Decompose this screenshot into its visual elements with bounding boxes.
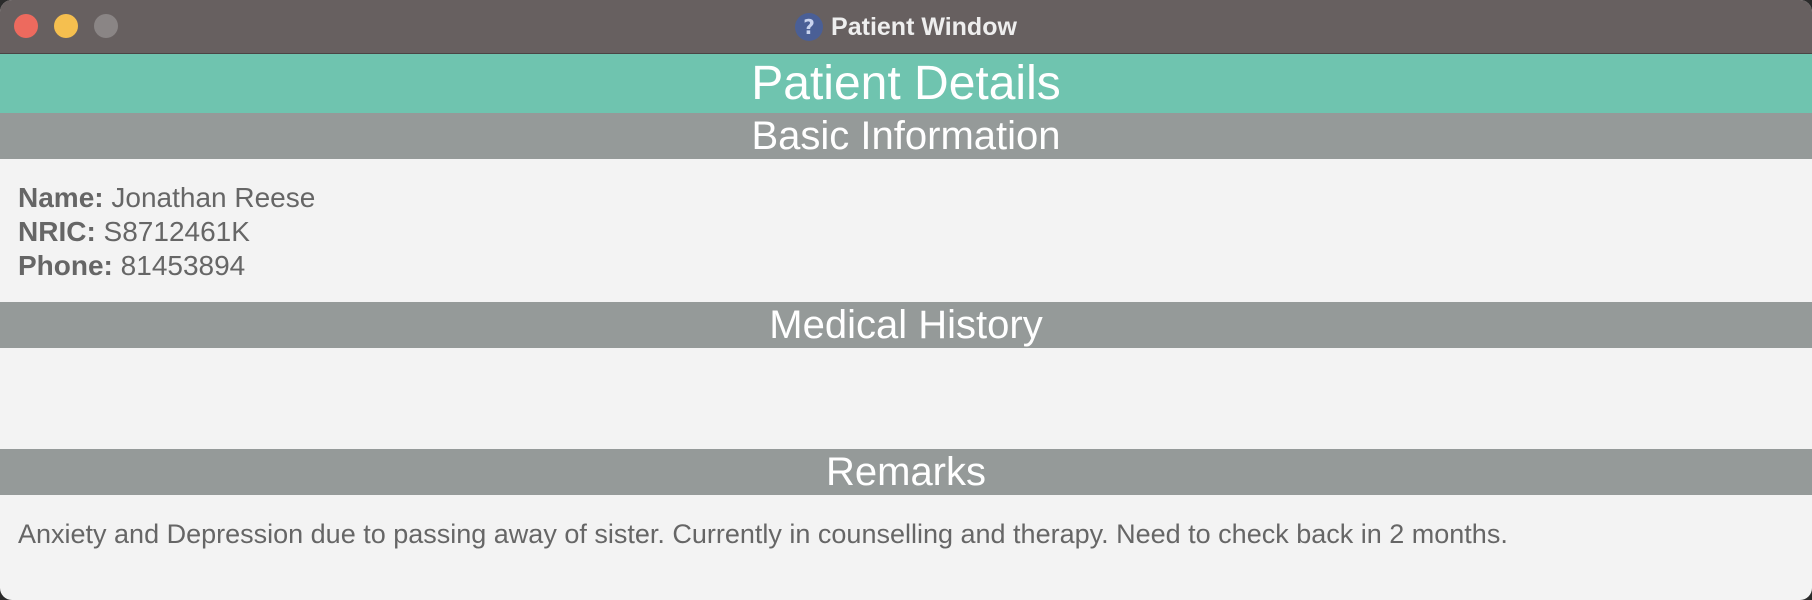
medical-history-title: Medical History	[769, 303, 1043, 347]
nric-label: NRIC:	[18, 216, 96, 247]
patient-window: ? Patient Window Patient Details Basic I…	[0, 0, 1812, 600]
page-title: Patient Details	[751, 56, 1061, 110]
basic-information-header: Basic Information	[0, 113, 1812, 159]
basic-information-title: Basic Information	[751, 114, 1061, 158]
nric-value: S8712461K	[103, 216, 250, 247]
title-bar[interactable]: ? Patient Window	[0, 0, 1812, 54]
window-title: Patient Window	[831, 12, 1017, 41]
nric-row: NRIC: S8712461K	[18, 215, 1794, 249]
medical-history-header: Medical History	[0, 302, 1812, 348]
remarks-body: Anxiety and Depression due to passing aw…	[0, 495, 1812, 600]
remarks-text: Anxiety and Depression due to passing aw…	[18, 519, 1508, 549]
basic-information-body: Name: Jonathan Reese NRIC: S8712461K Pho…	[0, 159, 1812, 302]
page-header: Patient Details	[0, 54, 1812, 113]
name-label: Name:	[18, 182, 104, 213]
remarks-title: Remarks	[825, 450, 987, 494]
window-title-group: ? Patient Window	[0, 0, 1812, 54]
phone-label: Phone:	[18, 250, 113, 281]
phone-row: Phone: 81453894	[18, 249, 1794, 283]
name-row: Name: Jonathan Reese	[18, 181, 1794, 215]
app-help-icon: ?	[795, 13, 824, 41]
medical-history-body	[0, 348, 1812, 449]
phone-value: 81453894	[120, 250, 246, 281]
name-value: Jonathan Reese	[111, 182, 316, 213]
remarks-header: Remarks	[0, 449, 1812, 495]
